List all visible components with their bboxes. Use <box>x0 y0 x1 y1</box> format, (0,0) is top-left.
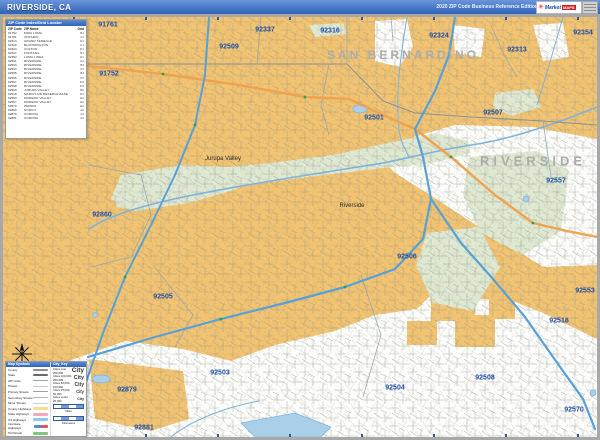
legend-swatch <box>33 424 48 428</box>
zip-label-92557: 92557 <box>546 177 566 185</box>
index-row: 92881 CORONA A4 <box>8 115 84 120</box>
zip-label-92881: 92881 <box>134 424 154 432</box>
city-key-row: Cities under 25,000 City <box>53 394 84 403</box>
logo-side-box <box>582 1 598 14</box>
legend-row: Toll Roads <box>6 430 50 436</box>
zip-label-92504: 92504 <box>385 384 405 392</box>
zip-label-92553: 92553 <box>575 287 595 295</box>
scale-bar-miles: Miles <box>51 402 86 414</box>
marketmaps-logo: ✳ Market MAPS <box>536 1 582 14</box>
legend-row: Interstate Highways <box>6 422 50 430</box>
zip-label-91761: 91761 <box>98 21 118 29</box>
legend-swatch <box>33 380 48 382</box>
legend-swatch <box>33 412 48 416</box>
city-label-riverside: Riverside <box>339 203 365 209</box>
zip-label-92507: 92507 <box>483 109 503 117</box>
zip-label-92354: 92354 <box>573 29 593 37</box>
zip-label-92337: 92337 <box>255 26 275 34</box>
legend-symbols-column: Map Symbols County State ZIP Code Street… <box>6 362 51 436</box>
scale-bar-kilometers: Kilometers <box>51 414 86 426</box>
grid-ticks-bottom <box>3 434 597 437</box>
legend-swatch <box>33 397 48 398</box>
zip-label-92505: 92505 <box>153 293 173 301</box>
zip-label-92316: 92316 <box>320 27 340 35</box>
zip-label-92570: 92570 <box>564 406 584 414</box>
zip-label-92509: 92509 <box>219 43 239 51</box>
legend-swatch <box>33 368 48 371</box>
grid-ticks-top <box>3 17 597 20</box>
zip-label-91752: 91752 <box>99 70 119 78</box>
zip-label-92506: 92506 <box>397 253 417 261</box>
zip-label-92508: 92508 <box>475 374 495 382</box>
logo-star-icon: ✳ <box>538 4 544 11</box>
map-graphic <box>3 17 597 437</box>
county-label-san-bernardino: SAN BERNARDINO <box>326 48 480 62</box>
legend-swatch <box>33 402 48 404</box>
legend-swatch <box>33 374 48 377</box>
zip-label-92860: 92860 <box>92 211 112 219</box>
legend-swatch <box>33 391 48 393</box>
zip-label-92324: 92324 <box>429 32 449 40</box>
logo-maps-badge: MAPS <box>562 5 576 10</box>
legend-city-key-column: City_Key Cities over 250,000 City Cities … <box>51 362 86 436</box>
legend-swatch <box>33 418 48 422</box>
zip-label-92518: 92518 <box>549 317 569 325</box>
city-label-jurupa-valley: Jurupa Valley <box>205 156 241 162</box>
zip-index-panel: ZIP Code Index/Grid Locator ZIP Code ZIP… <box>5 19 87 139</box>
zip-label-92503: 92503 <box>210 369 230 377</box>
page-title: RIVERSIDE, CA <box>7 2 72 12</box>
logo-brand-text: Market <box>544 4 561 11</box>
legend-swatch <box>33 385 48 387</box>
map-poster-window: RIVERSIDE, CA 2020 ZIP Code Business Ref… <box>0 0 600 440</box>
zip-label-92501: 92501 <box>364 114 384 122</box>
title-bar: RIVERSIDE, CA 2020 ZIP Code Business Ref… <box>0 0 600 15</box>
zip-label-92313: 92313 <box>507 46 527 54</box>
legend-swatch <box>33 407 48 411</box>
edition-label: 2020 ZIP Code Business Reference Edition <box>436 4 538 10</box>
map-legend: Map Symbols County State ZIP Code Street… <box>5 361 87 437</box>
map-canvas: SAN BERNARDINO RIVERSIDE Jurupa Valley R… <box>0 14 600 440</box>
county-label-riverside: RIVERSIDE <box>479 153 587 169</box>
legend-swatch <box>33 431 48 435</box>
zip-label-92879: 92879 <box>117 386 137 394</box>
